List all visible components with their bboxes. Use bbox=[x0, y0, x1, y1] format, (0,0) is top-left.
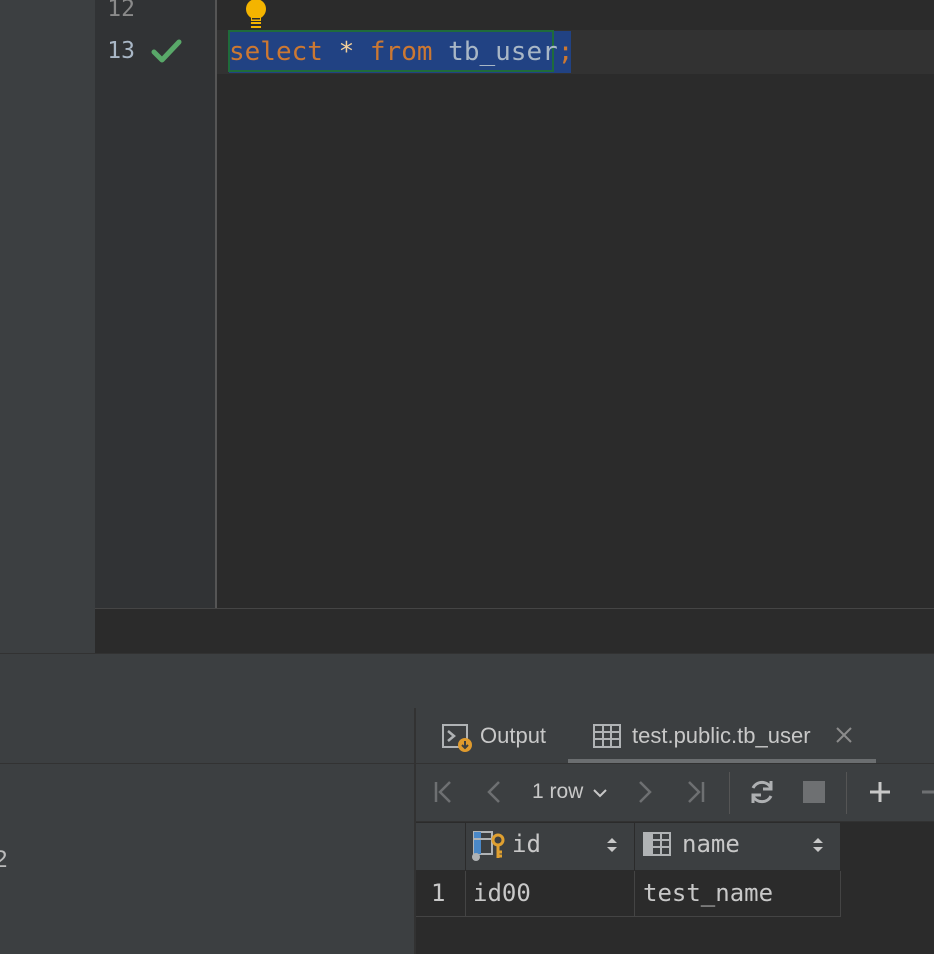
last-page-icon[interactable] bbox=[681, 778, 709, 806]
tab-table-result[interactable]: test.public.tb_user bbox=[632, 723, 811, 749]
checkmark-icon bbox=[151, 38, 183, 66]
add-row-icon[interactable] bbox=[866, 778, 894, 806]
column-label-name: name bbox=[682, 830, 740, 858]
semicolon: ; bbox=[557, 37, 574, 67]
active-tab-indicator bbox=[568, 759, 876, 763]
primary-key-column-icon bbox=[471, 830, 507, 862]
table-icon bbox=[593, 724, 623, 750]
row-number-header bbox=[416, 823, 466, 871]
tab-output[interactable]: Output bbox=[480, 723, 546, 749]
close-icon[interactable] bbox=[833, 724, 855, 746]
toolbar-separator bbox=[729, 772, 730, 814]
prev-page-icon[interactable] bbox=[481, 778, 509, 806]
stop-icon[interactable] bbox=[803, 781, 825, 803]
refresh-icon[interactable] bbox=[747, 777, 777, 807]
column-icon bbox=[643, 832, 673, 858]
sql-editor[interactable] bbox=[217, 0, 934, 608]
sort-icon[interactable] bbox=[810, 835, 826, 855]
project-panel-strip bbox=[0, 0, 95, 653]
editor-gutter bbox=[95, 0, 215, 608]
cell-id-value: id00 bbox=[473, 879, 531, 907]
editor-bottom-area bbox=[95, 608, 934, 653]
sort-icon[interactable] bbox=[604, 835, 620, 855]
table-identifier: tb_user bbox=[448, 37, 558, 67]
remove-row-icon[interactable] bbox=[918, 778, 934, 806]
operator-asterisk: * bbox=[338, 37, 355, 67]
cell-name-value: test_name bbox=[643, 879, 774, 907]
code-line-13[interactable]: select * from tb_user; bbox=[229, 32, 573, 72]
services-tree-item[interactable]: 2 bbox=[0, 846, 7, 874]
lightbulb-icon[interactable] bbox=[243, 0, 269, 30]
next-page-icon[interactable] bbox=[630, 778, 658, 806]
line-number-12: 12 bbox=[107, 0, 135, 22]
toolbar-separator bbox=[846, 772, 847, 814]
keyword-select: select bbox=[229, 37, 323, 67]
chevron-down-icon[interactable] bbox=[591, 784, 609, 802]
column-label-id: id bbox=[512, 830, 541, 858]
row-number: 1 bbox=[431, 879, 446, 907]
console-output-icon bbox=[441, 723, 473, 753]
first-page-icon[interactable] bbox=[430, 778, 458, 806]
services-tree-toolbar bbox=[0, 708, 415, 764]
tool-window-header bbox=[0, 653, 934, 708]
row-count-dropdown[interactable]: 1 row bbox=[532, 780, 583, 804]
line-number-13: 13 bbox=[107, 38, 135, 64]
keyword-from: from bbox=[369, 37, 433, 67]
